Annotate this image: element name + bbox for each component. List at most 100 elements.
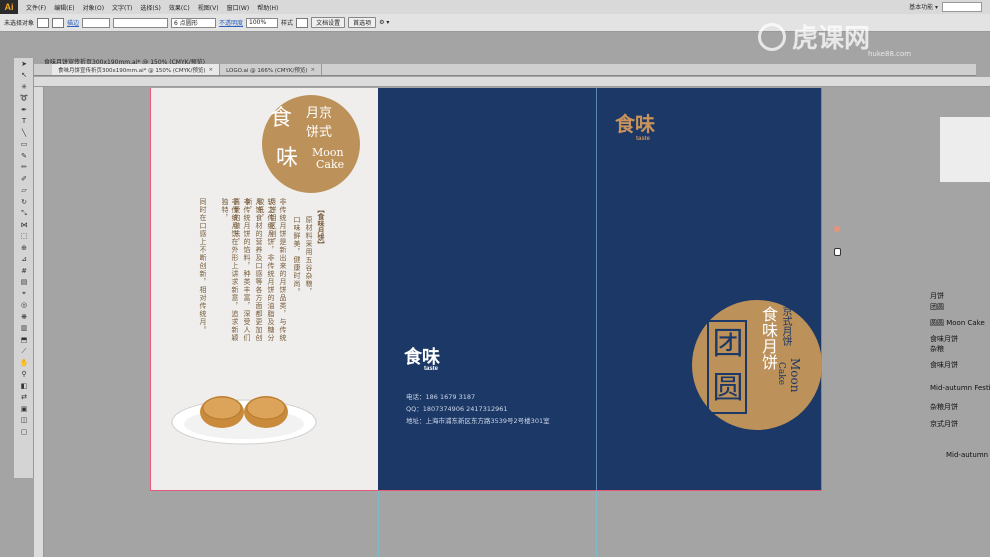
document-tab[interactable]: LOGO.ai @ 166% (CMYK/预览) × xyxy=(220,64,323,75)
menu-edit[interactable]: 编辑(E) xyxy=(50,3,78,12)
close-icon[interactable]: × xyxy=(311,67,316,73)
menu-window[interactable]: 窗口(W) xyxy=(223,3,254,12)
selection-tool-icon[interactable]: ➤ xyxy=(14,58,34,70)
brand-logo-white-en: taste xyxy=(424,366,439,372)
cover-yuejing: 月京 xyxy=(306,106,333,121)
cover-char-shi: 食 xyxy=(270,106,293,131)
menu-bar: Ai 文件(F) 编辑(E) 对象(O) 文字(T) 选择(S) 效果(C) 视… xyxy=(0,0,990,14)
preferences-button[interactable]: 首选项 xyxy=(348,17,377,28)
style-swatch[interactable] xyxy=(296,17,309,28)
line-tool-icon[interactable]: ╲ xyxy=(14,127,34,139)
contact-address: 地址：上海市浦东新区东方路3539号2号楼301室 xyxy=(406,417,550,425)
workspace-switcher[interactable]: 基本功能 ▾ xyxy=(909,2,938,11)
zoom-tool-icon[interactable]: ⚲ xyxy=(14,369,34,381)
brand-logo-top[interactable]: 食味 xyxy=(615,108,655,137)
perspective-grid-tool-icon[interactable]: ⊿ xyxy=(14,254,34,266)
rotate-tool-icon[interactable]: ↻ xyxy=(14,196,34,208)
menu-effect[interactable]: 效果(C) xyxy=(165,3,194,12)
layer-item[interactable]: Mid-autumn Festiv xyxy=(930,384,990,392)
blend-tool-icon[interactable]: ◎ xyxy=(14,300,34,312)
variable-width-dropdown[interactable] xyxy=(113,17,169,28)
brand-logo-top-en: taste xyxy=(636,136,651,142)
slice-tool-icon[interactable]: ⟋ xyxy=(14,346,34,358)
symbol-sprayer-tool-icon[interactable]: ❋ xyxy=(14,311,34,323)
eyedropper-tool-icon[interactable]: ⌖ xyxy=(14,288,34,300)
layer-item[interactable]: 团圆 xyxy=(930,302,944,312)
mesh-tool-icon[interactable]: # xyxy=(14,265,34,277)
lasso-tool-icon[interactable]: ➰ xyxy=(14,93,34,105)
pen-tool-icon[interactable]: ✒ xyxy=(14,104,34,116)
hand-cursor-icon xyxy=(834,248,841,256)
rectangle-tool-icon[interactable]: ▭ xyxy=(14,139,34,151)
shape-builder-tool-icon[interactable]: ⊕ xyxy=(14,242,34,254)
screen-mode-icon[interactable]: ▢ xyxy=(14,426,34,438)
document-tab[interactable]: 食味月饼宣传折页300x190mm.ai* @ 150% (CMYK/预览) × xyxy=(52,64,221,75)
style-label: 样式 xyxy=(281,20,294,27)
menu-help[interactable]: 帮助(H) xyxy=(253,3,282,12)
pencil-tool-icon[interactable]: ✏ xyxy=(14,162,34,174)
scale-tool-icon[interactable]: ⤡ xyxy=(14,208,34,220)
layer-item[interactable]: 食味月饼 xyxy=(930,360,958,370)
paintbrush-tool-icon[interactable]: ✎ xyxy=(14,150,34,162)
menu-file[interactable]: 文件(F) xyxy=(22,3,50,12)
app-logo: Ai xyxy=(0,0,18,14)
search-input[interactable] xyxy=(942,2,982,12)
document-tab-bar: 食味月饼宣传折页300x190mm.ai* @ 150% (CMYK/预览) ×… xyxy=(14,64,976,76)
tools-panel: ➤ ↖ ✳ ➰ ✒ T ╲ ▭ ✎ ✏ ✐ ▱ ↻ ⤡ ⋈ ⬚ ⊕ ⊿ # ▤ … xyxy=(14,58,34,478)
fold-guide xyxy=(596,88,597,490)
magic-wand-tool-icon[interactable]: ✳ xyxy=(14,81,34,93)
arrange-icon[interactable]: ⚙ ▾ xyxy=(379,19,389,26)
back-line2: 京式月饼 xyxy=(780,306,791,346)
column-graph-tool-icon[interactable]: ▥ xyxy=(14,323,34,335)
back-char-yuan: 圆 xyxy=(712,370,744,406)
watermark: 虎课网 xyxy=(758,18,870,55)
eraser-tool-icon[interactable]: ▱ xyxy=(14,185,34,197)
drawing-mode-icon[interactable]: ◫ xyxy=(14,415,34,427)
panel-swatch[interactable] xyxy=(940,117,990,182)
gradient-tool-icon[interactable]: ▤ xyxy=(14,277,34,289)
document-setup-button[interactable]: 文档设置 xyxy=(311,17,346,28)
width-tool-icon[interactable]: ⋈ xyxy=(14,219,34,231)
opacity-label[interactable]: 不透明度 xyxy=(219,18,243,27)
layer-item[interactable]: 食味月饼 xyxy=(930,334,958,344)
close-icon[interactable]: × xyxy=(209,67,214,73)
tab-label: 食味月饼宣传折页300x190mm.ai* @ 150% (CMYK/预览) xyxy=(58,67,206,74)
hand-tool-icon[interactable]: ✋ xyxy=(14,357,34,369)
watermark-brand: 虎课网 xyxy=(792,23,871,53)
layer-item[interactable]: 京式月饼 xyxy=(930,419,958,429)
swap-colors-icon[interactable]: ⇄ xyxy=(14,392,34,404)
menu-type[interactable]: 文字(T) xyxy=(108,3,136,12)
menu-view[interactable]: 视图(V) xyxy=(194,3,223,12)
free-transform-tool-icon[interactable]: ⬚ xyxy=(14,231,34,243)
color-mode-icon[interactable]: ▣ xyxy=(14,403,34,415)
menu-object[interactable]: 对象(O) xyxy=(79,3,108,12)
layer-item[interactable]: 月饼 xyxy=(930,291,944,301)
fill-swatch[interactable] xyxy=(37,17,50,28)
back-line1: 食味月饼 xyxy=(759,306,778,370)
anchor-point[interactable] xyxy=(834,226,840,232)
opacity-field[interactable]: 100% xyxy=(246,17,279,28)
artboard-tool-icon[interactable]: ⬒ xyxy=(14,334,34,346)
layer-item[interactable]: Mid-autumn F xyxy=(946,451,990,459)
back-char-tuan: 团 xyxy=(712,326,744,362)
watermark-logo-icon xyxy=(758,22,786,51)
layer-item[interactable]: 杂粮 xyxy=(930,344,944,354)
stroke-weight-field[interactable] xyxy=(82,17,111,28)
type-tool-icon[interactable]: T xyxy=(14,116,34,128)
vertical-ruler[interactable] xyxy=(34,87,44,557)
layer-item[interactable]: 杂粮月饼 xyxy=(930,402,958,412)
fill-stroke-icon[interactable]: ◧ xyxy=(14,380,34,392)
blob-brush-tool-icon[interactable]: ✐ xyxy=(14,173,34,185)
layer-item[interactable]: 圆圆 Moon Cake xyxy=(930,318,985,328)
menu-select[interactable]: 选择(S) xyxy=(136,3,165,12)
stroke-label[interactable]: 描边 xyxy=(67,18,79,27)
product-title: 【食味月饼】 xyxy=(317,206,325,248)
direct-selection-tool-icon[interactable]: ↖ xyxy=(14,70,34,82)
cover-char-wei: 味 xyxy=(276,146,299,171)
mooncake-plate-image[interactable] xyxy=(170,382,318,450)
stroke-swatch[interactable] xyxy=(52,17,65,28)
brush-dropdown[interactable]: 6 点圆形 xyxy=(171,17,217,28)
horizontal-ruler[interactable] xyxy=(34,77,990,87)
cover-cake: Cake xyxy=(316,158,345,171)
back-cake: Cake xyxy=(776,362,786,386)
